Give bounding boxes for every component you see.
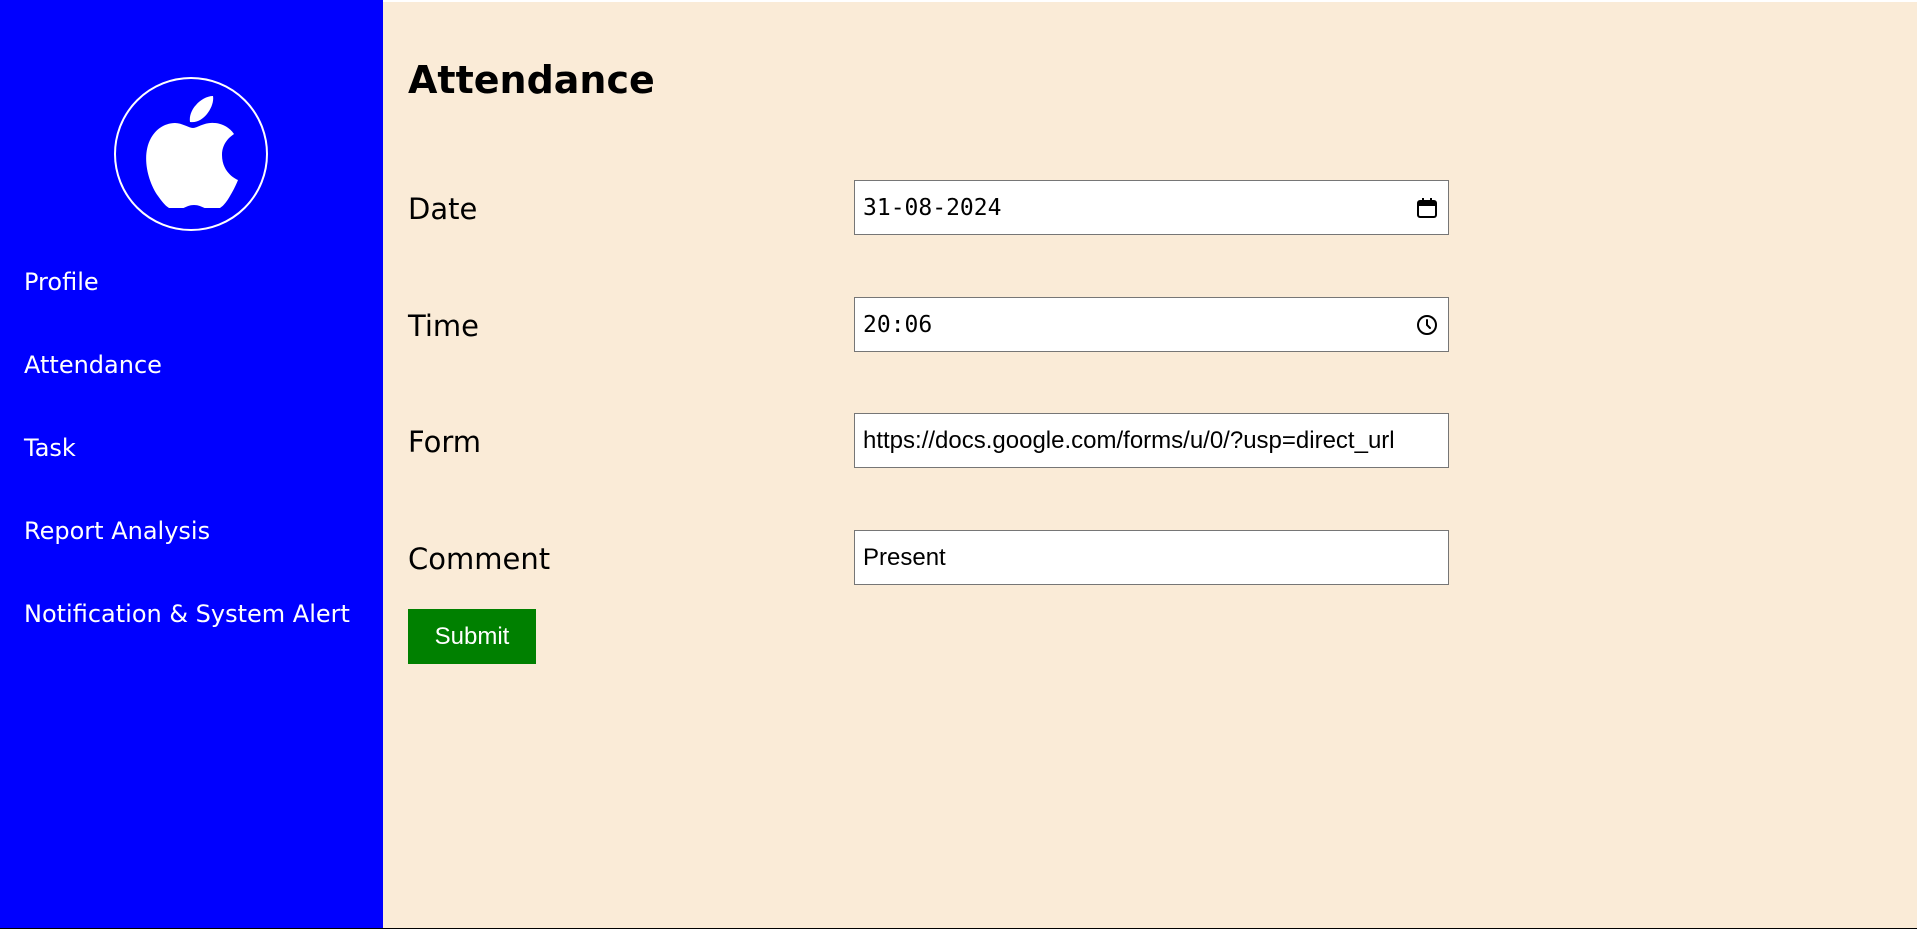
- submit-button[interactable]: Submit: [408, 609, 536, 664]
- comment-row: Comment Present: [408, 530, 1478, 586]
- form-url-value: https://docs.google.com/forms/u/0/?usp=d…: [863, 426, 1395, 454]
- app-root: Profile Attendance Task Report Analysis …: [0, 0, 1917, 929]
- apple-logo-icon: [114, 77, 268, 231]
- sidebar-nav: Profile Attendance Task Report Analysis …: [24, 266, 350, 681]
- comment-label: Comment: [408, 542, 551, 576]
- sidebar-item-attendance[interactable]: Attendance: [24, 349, 350, 432]
- calendar-icon[interactable]: [1414, 195, 1440, 221]
- sidebar-item-task[interactable]: Task: [24, 432, 350, 515]
- time-value: 20:06: [863, 311, 933, 338]
- form-url-input[interactable]: https://docs.google.com/forms/u/0/?usp=d…: [854, 413, 1449, 468]
- time-label: Time: [408, 309, 479, 343]
- apple-logo-svg: [146, 96, 238, 208]
- date-row: Date 31-08-2024: [408, 180, 1478, 236]
- sidebar-item-profile[interactable]: Profile: [24, 266, 350, 349]
- date-label: Date: [408, 192, 478, 226]
- form-row: Form https://docs.google.com/forms/u/0/?…: [408, 413, 1478, 469]
- sidebar-item-notification-system-alert[interactable]: Notification & System Alert: [24, 598, 350, 681]
- comment-value: Present: [863, 543, 946, 571]
- date-field[interactable]: 31-08-2024: [854, 180, 1449, 235]
- time-field[interactable]: 20:06: [854, 297, 1449, 352]
- comment-input[interactable]: Present: [854, 530, 1449, 585]
- sidebar: Profile Attendance Task Report Analysis …: [0, 0, 383, 928]
- main-content: Attendance Date 31-08-2024 Time 20:06 Fo…: [383, 0, 1917, 928]
- clock-icon[interactable]: [1414, 312, 1440, 338]
- sidebar-item-report-analysis[interactable]: Report Analysis: [24, 515, 350, 598]
- page-title: Attendance: [408, 58, 655, 102]
- date-value: 31-08-2024: [863, 194, 1002, 221]
- form-label: Form: [408, 425, 482, 459]
- time-row: Time 20:06: [408, 297, 1478, 353]
